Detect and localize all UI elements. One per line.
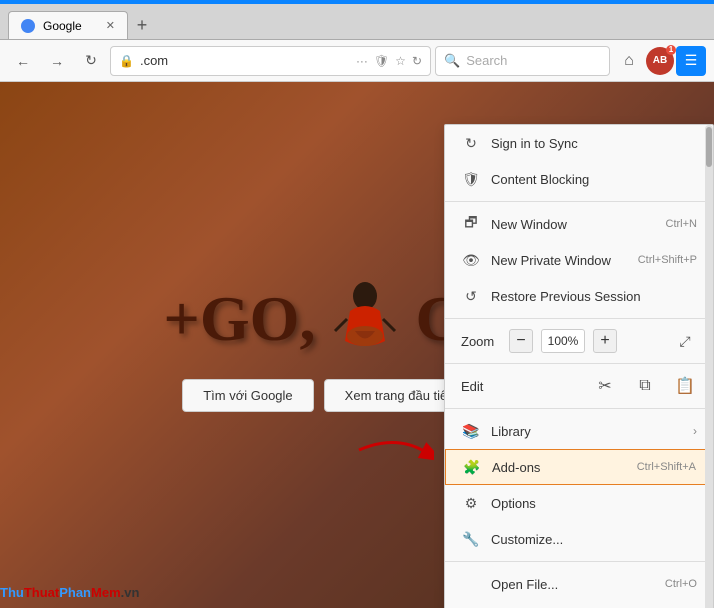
zoom-value: 100% (541, 329, 585, 353)
menu-label-sign-in-sync: Sign in to Sync (491, 136, 697, 151)
menu-label-options: Options (491, 496, 697, 511)
menu-label-new-window: New Window (491, 217, 666, 232)
menu-label-open-file: Open File... (491, 577, 665, 592)
menu-shortcut-new-window: Ctrl+N (666, 218, 697, 230)
home-button[interactable]: ⌂ (614, 46, 644, 76)
edit-label: Edit (461, 379, 501, 394)
reload-button[interactable]: ↻ (76, 46, 106, 76)
search-bar[interactable]: 🔍 Search (435, 46, 610, 76)
menu-label-customize: Customize... (491, 532, 697, 547)
search-icon: 🔍 (444, 53, 460, 69)
avatar-badge: 1 (666, 45, 676, 55)
edit-controls: Edit ✂ ⧉ 📋 (445, 368, 713, 404)
zoom-fullscreen-button[interactable]: ⤢ (673, 329, 697, 353)
google-search-button[interactable]: Tìm với Google (182, 379, 313, 412)
menu-label-addons: Add-ons (492, 460, 637, 475)
menu-label-new-private-window: New Private Window (491, 253, 638, 268)
menu-item-open-file[interactable]: Open File... Ctrl+O (445, 566, 713, 602)
zoom-minus-button[interactable]: − (509, 329, 533, 353)
library-icon: 📚 (461, 421, 481, 441)
watermark: ThuThuatPhanMem.vn (0, 585, 139, 600)
zoom-controls: Zoom − 100% + ⤢ (445, 323, 713, 359)
library-arrow-icon: › (693, 424, 697, 438)
menu-item-save-page[interactable]: Save Page As... Ctrl+S (445, 602, 713, 608)
menu-label-library: Library (491, 424, 693, 439)
menu-separator-4 (445, 408, 713, 409)
restore-icon: ↺ (461, 286, 481, 306)
menu-shortcut-addons: Ctrl+Shift+A (637, 461, 696, 473)
options-icon: ⚙ (461, 493, 481, 513)
menu-item-restore-session[interactable]: ↺ Restore Previous Session (445, 278, 713, 314)
private-window-icon: 👁 (461, 250, 481, 270)
new-tab-button[interactable]: + (128, 11, 156, 39)
tab-favicon (21, 19, 35, 33)
page-content: +GO, GLE Tìm với Google (0, 82, 714, 608)
zoom-label: Zoom (461, 334, 501, 349)
url-refresh-icon: ↻ (412, 54, 422, 68)
hamburger-menu-button[interactable]: ☰ (676, 46, 706, 76)
menu-item-options[interactable]: ⚙ Options (445, 485, 713, 521)
shield-icon: 🛡 (461, 169, 481, 189)
menu-separator-2 (445, 318, 713, 319)
active-tab[interactable]: Google ✕ (8, 11, 128, 39)
doodle-figure (315, 279, 415, 359)
search-placeholder: Search (466, 53, 507, 68)
url-more-icon: ··· (356, 54, 368, 68)
addons-icon: 🧩 (462, 457, 482, 477)
new-window-icon: 🗗 (461, 214, 481, 234)
menu-separator-3 (445, 363, 713, 364)
forward-button[interactable]: → (42, 46, 72, 76)
url-star-icon: ☆ (395, 54, 406, 68)
paste-icon[interactable]: 📋 (673, 374, 697, 398)
avatar-label: AB (653, 55, 667, 66)
menu-separator-5 (445, 561, 713, 562)
google-text-part1: +GO, (163, 282, 315, 356)
watermark-thu: Thu (0, 585, 24, 600)
menu-item-library[interactable]: 📚 Library › (445, 413, 713, 449)
menu-scrollbar[interactable] (705, 125, 713, 608)
hamburger-dropdown: ↻ Sign in to Sync 🛡 Content Blocking 🗗 N… (444, 124, 714, 608)
menu-item-new-private-window[interactable]: 👁 New Private Window Ctrl+Shift+P (445, 242, 713, 278)
watermark-vn: vn (124, 585, 139, 600)
menu-item-addons[interactable]: 🧩 Add-ons Ctrl+Shift+A (445, 449, 713, 485)
open-file-icon (461, 574, 481, 594)
toolbar: ← → ↻ 🔒 .com ··· 🛡 ☆ ↻ 🔍 Search ⌂ AB 1 ☰ (0, 40, 714, 82)
menu-item-customize[interactable]: 🔧 Customize... (445, 521, 713, 557)
menu-item-sign-in-sync[interactable]: ↻ Sign in to Sync (445, 125, 713, 161)
menu-label-content-blocking: Content Blocking (491, 172, 697, 187)
toolbar-right: ⌂ AB 1 ☰ (614, 46, 706, 76)
sync-icon: ↻ (461, 133, 481, 153)
avatar-button[interactable]: AB 1 (646, 47, 674, 75)
menu-item-content-blocking[interactable]: 🛡 Content Blocking (445, 161, 713, 197)
arrow-annotation (354, 430, 434, 475)
tab-bar: Google ✕ + (0, 4, 714, 40)
copy-icon[interactable]: ⧉ (633, 374, 657, 398)
customize-icon: 🔧 (461, 529, 481, 549)
browser-frame: Google ✕ + ← → ↻ 🔒 .com ··· 🛡 ☆ ↻ 🔍 Sear… (0, 0, 714, 608)
watermark-thuat: Thuat (24, 585, 59, 600)
url-lock-icon: 🔒 (119, 54, 134, 68)
tab-close-button[interactable]: ✕ (106, 19, 115, 32)
menu-item-new-window[interactable]: 🗗 New Window Ctrl+N (445, 206, 713, 242)
menu-shortcut-open-file: Ctrl+O (665, 578, 697, 590)
back-button[interactable]: ← (8, 46, 38, 76)
scrollbar-thumb (706, 127, 712, 167)
cut-icon[interactable]: ✂ (593, 374, 617, 398)
menu-separator-1 (445, 201, 713, 202)
watermark-mem: Mem (91, 585, 121, 600)
edit-icons-group: ✂ ⧉ 📋 (593, 374, 697, 398)
url-shield-icon: 🛡 (374, 54, 389, 68)
zoom-plus-button[interactable]: + (593, 329, 617, 353)
menu-shortcut-new-private: Ctrl+Shift+P (638, 254, 697, 266)
tab-title: Google (43, 19, 82, 33)
url-bar[interactable]: 🔒 .com ··· 🛡 ☆ ↻ (110, 46, 431, 76)
menu-label-restore-session: Restore Previous Session (491, 289, 697, 304)
url-text: .com (140, 53, 350, 68)
watermark-phan: Phan (59, 585, 91, 600)
